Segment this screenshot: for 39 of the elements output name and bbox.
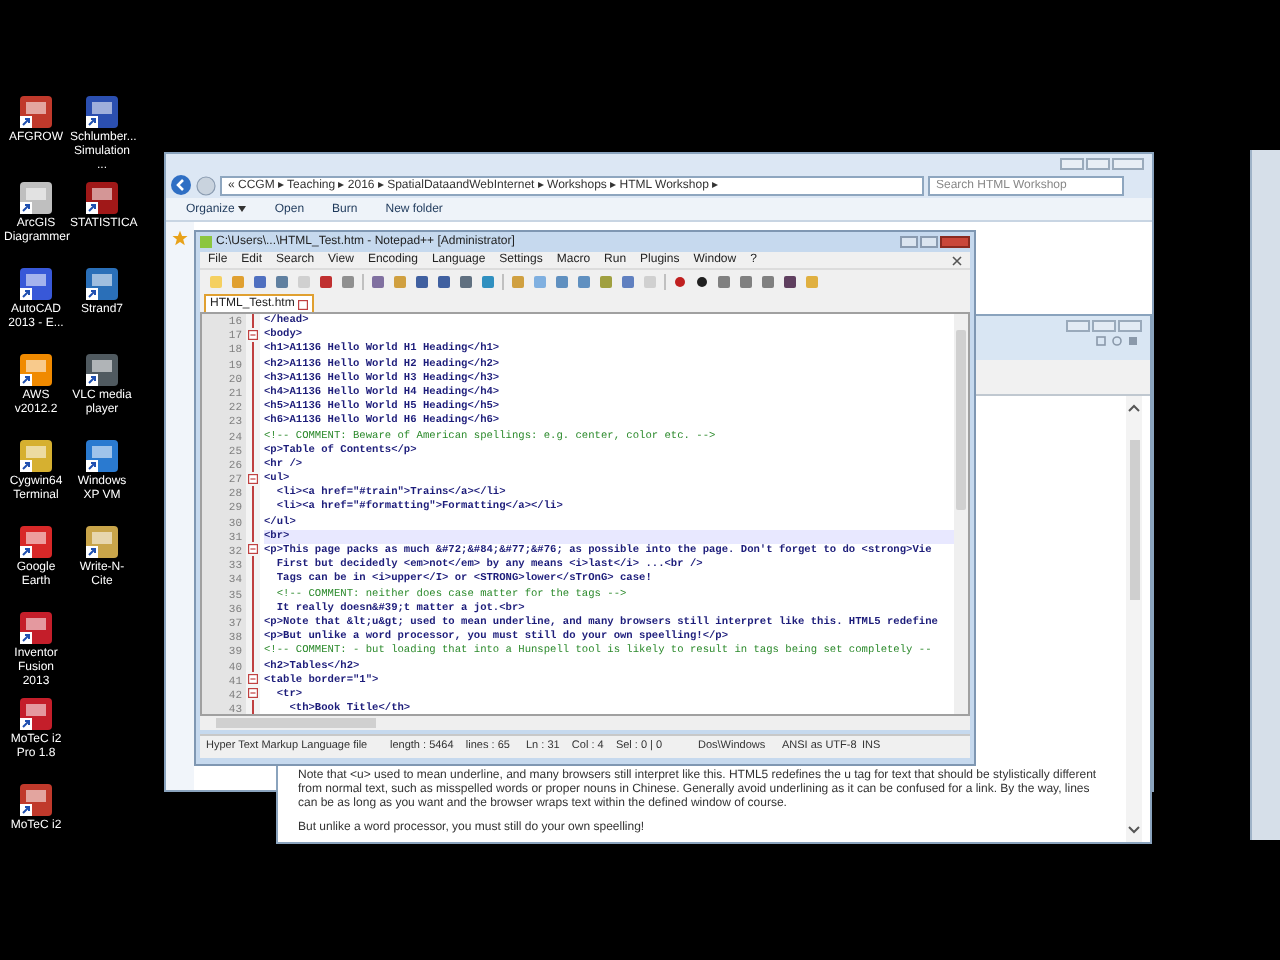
fold-toggle-icon[interactable] (248, 473, 258, 484)
maximize-button[interactable] (1086, 157, 1110, 169)
fold-toggle-icon[interactable] (248, 673, 258, 684)
scroll-down-icon[interactable] (1128, 826, 1140, 834)
minimize-button[interactable] (900, 236, 918, 248)
caret-icon[interactable] (238, 206, 247, 212)
minimize-button[interactable] (1060, 157, 1084, 169)
maximize-button[interactable] (1092, 320, 1116, 332)
fold-toggle-icon[interactable] (248, 544, 258, 555)
app-icon (200, 236, 212, 248)
back-button[interactable] (170, 174, 192, 196)
minimize-button[interactable] (1066, 320, 1090, 332)
scroll-up-icon[interactable] (1128, 404, 1140, 412)
shortcut-icon[interactable] (84, 524, 120, 560)
fold-toggle-icon[interactable] (248, 330, 258, 341)
maximize-button[interactable] (920, 236, 938, 248)
shortcut-icon[interactable] (84, 180, 120, 216)
close-button[interactable] (1118, 320, 1142, 332)
scrollbar[interactable] (1126, 396, 1142, 842)
shortcut-icon[interactable] (84, 266, 120, 302)
close-button[interactable] (1112, 157, 1144, 169)
shortcut-icon[interactable] (18, 94, 54, 130)
scrollbar[interactable] (954, 314, 968, 714)
close-icon[interactable] (952, 255, 962, 265)
fold-toggle-icon[interactable] (248, 687, 258, 698)
shortcut-icon[interactable] (18, 352, 54, 388)
shortcut-icon[interactable] (18, 782, 54, 818)
shortcut-icon[interactable] (18, 180, 54, 216)
scrollbar[interactable] (200, 716, 970, 730)
shortcut-icon[interactable] (18, 438, 54, 474)
close-icon[interactable] (298, 299, 309, 309)
shortcut-icon[interactable] (18, 266, 54, 302)
shortcut-icon[interactable] (18, 610, 54, 646)
shortcut-icon[interactable] (18, 524, 54, 560)
shortcut-icon[interactable] (18, 696, 54, 732)
shortcut-icon[interactable] (84, 438, 120, 474)
shortcut-icon[interactable] (84, 94, 120, 130)
forward-button[interactable] (196, 175, 216, 195)
shortcut-icon[interactable] (84, 352, 120, 388)
